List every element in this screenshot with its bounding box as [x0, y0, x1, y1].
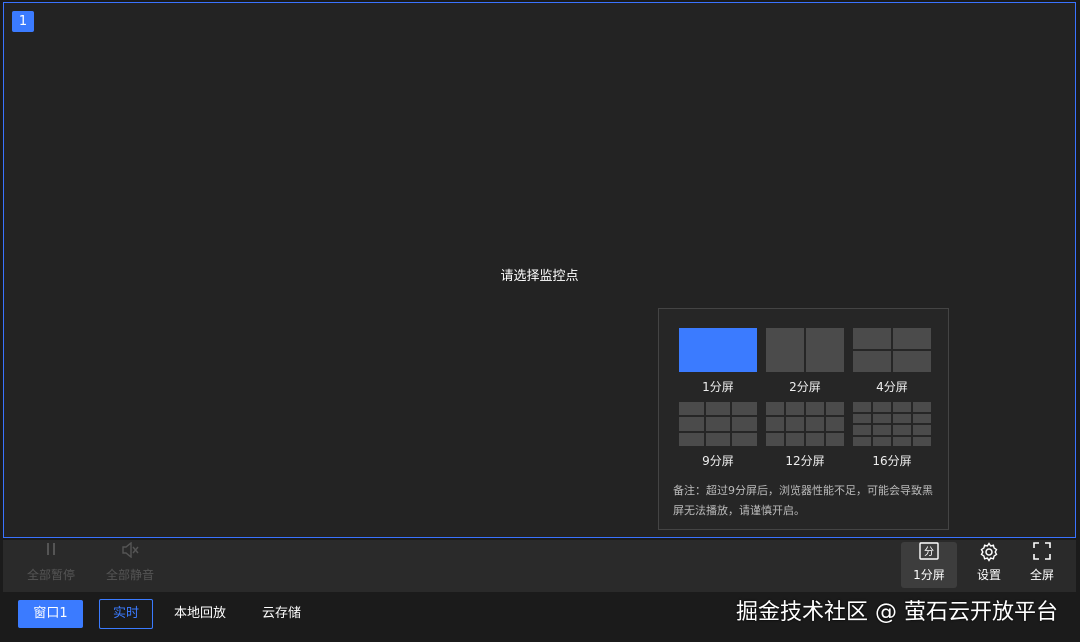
- control-bar: 全部暂停 全部静音 分 1分屏 设置 全屏: [3, 540, 1076, 592]
- tab-cloud-storage[interactable]: 云存储: [246, 600, 317, 628]
- split-9-icon: [679, 402, 757, 446]
- tab-local-playback[interactable]: 本地回放: [158, 600, 242, 628]
- fullscreen-label: 全屏: [1029, 568, 1054, 582]
- split-option-4[interactable]: 4分屏: [853, 328, 931, 394]
- split-option-label: 4分屏: [876, 380, 908, 394]
- window-number-badge: 1: [12, 11, 34, 32]
- split-screen-panel: 1分屏 2分屏 4分屏 9分屏 12分屏 16分屏 备注：超过9分屏后，浏览器性…: [658, 308, 949, 530]
- split-screen-button[interactable]: 分 1分屏: [901, 542, 957, 588]
- split-option-label: 16分屏: [872, 454, 912, 468]
- player-frame: 1 请选择监控点 1分屏 2分屏 4分屏 9分屏 12分屏 16分屏 备注：超过…: [0, 0, 1080, 642]
- split-option-9[interactable]: 9分屏: [679, 402, 757, 468]
- split-option-16[interactable]: 16分屏: [853, 402, 931, 468]
- pause-all-button[interactable]: 全部暂停: [23, 542, 79, 588]
- svg-text:分: 分: [924, 546, 934, 558]
- settings-label: 设置: [976, 568, 1001, 582]
- split-screen-label: 1分屏: [913, 568, 945, 582]
- pause-all-label: 全部暂停: [26, 568, 75, 582]
- mute-all-button[interactable]: 全部静音: [102, 542, 158, 588]
- split-16-icon: [853, 402, 931, 446]
- split-option-label: 1分屏: [702, 380, 734, 394]
- select-camera-prompt: 请选择监控点: [500, 269, 579, 284]
- split-screen-icon: 分: [901, 542, 957, 566]
- split-warning-note: 备注：超过9分屏后，浏览器性能不足，可能会导致黑屏无法播放，请谨慎开启。: [673, 484, 933, 517]
- tab-live[interactable]: 实时: [99, 599, 153, 629]
- split-4-icon: [853, 328, 931, 372]
- split-option-label: 12分屏: [785, 454, 825, 468]
- mute-icon: [102, 542, 158, 566]
- mute-all-label: 全部静音: [105, 568, 154, 582]
- split-option-2[interactable]: 2分屏: [766, 328, 844, 394]
- split-12-icon: [766, 402, 844, 446]
- watermark: 掘金技术社区 @ 萤石云开放平台: [736, 600, 1058, 625]
- pause-icon: [23, 542, 79, 566]
- split-2-icon: [766, 328, 844, 372]
- split-option-label: 2分屏: [789, 380, 821, 394]
- settings-button[interactable]: 设置: [961, 542, 1017, 588]
- gear-icon: [961, 542, 1017, 566]
- split-1-icon: [679, 328, 757, 372]
- window-tab[interactable]: 窗口1: [18, 600, 83, 628]
- fullscreen-button[interactable]: 全屏: [1014, 542, 1070, 588]
- split-option-label: 9分屏: [702, 454, 734, 468]
- fullscreen-icon: [1014, 542, 1070, 566]
- split-option-12[interactable]: 12分屏: [766, 402, 844, 468]
- split-option-1[interactable]: 1分屏: [679, 328, 757, 394]
